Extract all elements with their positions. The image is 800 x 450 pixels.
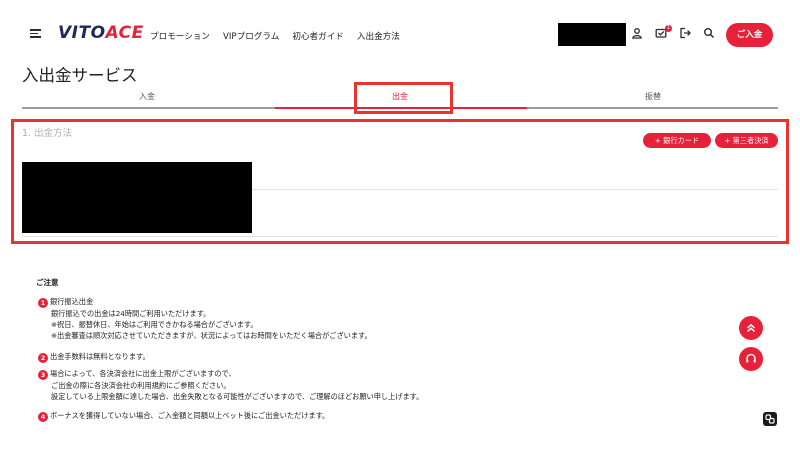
note-number: 3: [38, 370, 48, 380]
note-number: 4: [38, 412, 48, 422]
note-heading: 場合によって、各決済会社に出金上限がございますので、: [50, 369, 236, 378]
note-heading: ボーナスを獲得していない場合、ご入金額と同額以上ベット後にご出金いただけます。: [50, 411, 330, 420]
note-line: ※出金審査は順次対応させていただきますが、状況によってはお時間をいただく場合がご…: [51, 331, 372, 340]
user-icon[interactable]: [630, 27, 644, 41]
note-number: 2: [38, 353, 48, 363]
link-icon[interactable]: [763, 412, 777, 426]
note-line: 設定している上限金額に達した場合、出金失敗となる可能性がございますので、ご理解の…: [51, 392, 424, 401]
note-item: 4 ボーナスを獲得していない場合、ご入金額と同額以上ベット後にご出金いただけます。: [38, 410, 329, 422]
page-title: 入出金サービス: [22, 66, 138, 85]
deposit-button[interactable]: ご入金: [726, 23, 773, 47]
chevron-up-icon: [746, 323, 756, 333]
support-button[interactable]: [739, 347, 763, 371]
highlight-box-tab: [354, 82, 453, 114]
nav-payment-methods[interactable]: 入出金方法: [357, 30, 400, 42]
search-icon[interactable]: [702, 27, 716, 41]
top-header: VITOACE プロモーション VIPプログラム 初心者ガイド 入出金方法 1 …: [0, 0, 800, 56]
note-item: 2 出金手数料は無料となります。: [38, 351, 150, 363]
nav-promotions[interactable]: プロモーション: [150, 30, 210, 42]
highlight-box-withdraw-method: [11, 119, 789, 244]
scroll-top-button[interactable]: [739, 316, 763, 340]
note-item: 1 銀行振込出金 銀行振込での出金は24時間ご利用いただけます。 ※祝日、振替休日…: [38, 296, 372, 341]
redacted-username: [558, 23, 626, 46]
notes-title: ご注意: [36, 278, 59, 287]
note-line: ご出金の際に各決済会社の利用規約にご参照ください。: [51, 381, 231, 390]
notification-badge: 1: [665, 25, 672, 32]
logout-icon[interactable]: [678, 27, 692, 41]
note-line: ※祝日、振替休日、年始はご利用できかねる場合がございます。: [51, 320, 258, 329]
note-number: 1: [38, 298, 48, 308]
note-line: 銀行振込での出金は24時間ご利用いただけます。: [51, 309, 211, 318]
note-heading: 銀行振込出金: [50, 297, 94, 306]
note-item: 3 場合によって、各決済会社に出金上限がございますので、 ご出金の際に各決済会社の…: [38, 368, 423, 402]
logo[interactable]: VITOACE: [58, 23, 144, 43]
main-nav: プロモーション VIPプログラム 初心者ガイド 入出金方法: [150, 30, 400, 42]
menu-icon[interactable]: [30, 29, 41, 38]
tab-transfer[interactable]: 振替: [528, 91, 778, 102]
nav-vip[interactable]: VIPプログラム: [223, 30, 279, 42]
headset-icon: [746, 353, 756, 363]
tab-deposit[interactable]: 入金: [22, 91, 272, 102]
note-heading: 出金手数料は無料となります。: [50, 352, 150, 361]
nav-guide[interactable]: 初心者ガイド: [292, 30, 344, 42]
